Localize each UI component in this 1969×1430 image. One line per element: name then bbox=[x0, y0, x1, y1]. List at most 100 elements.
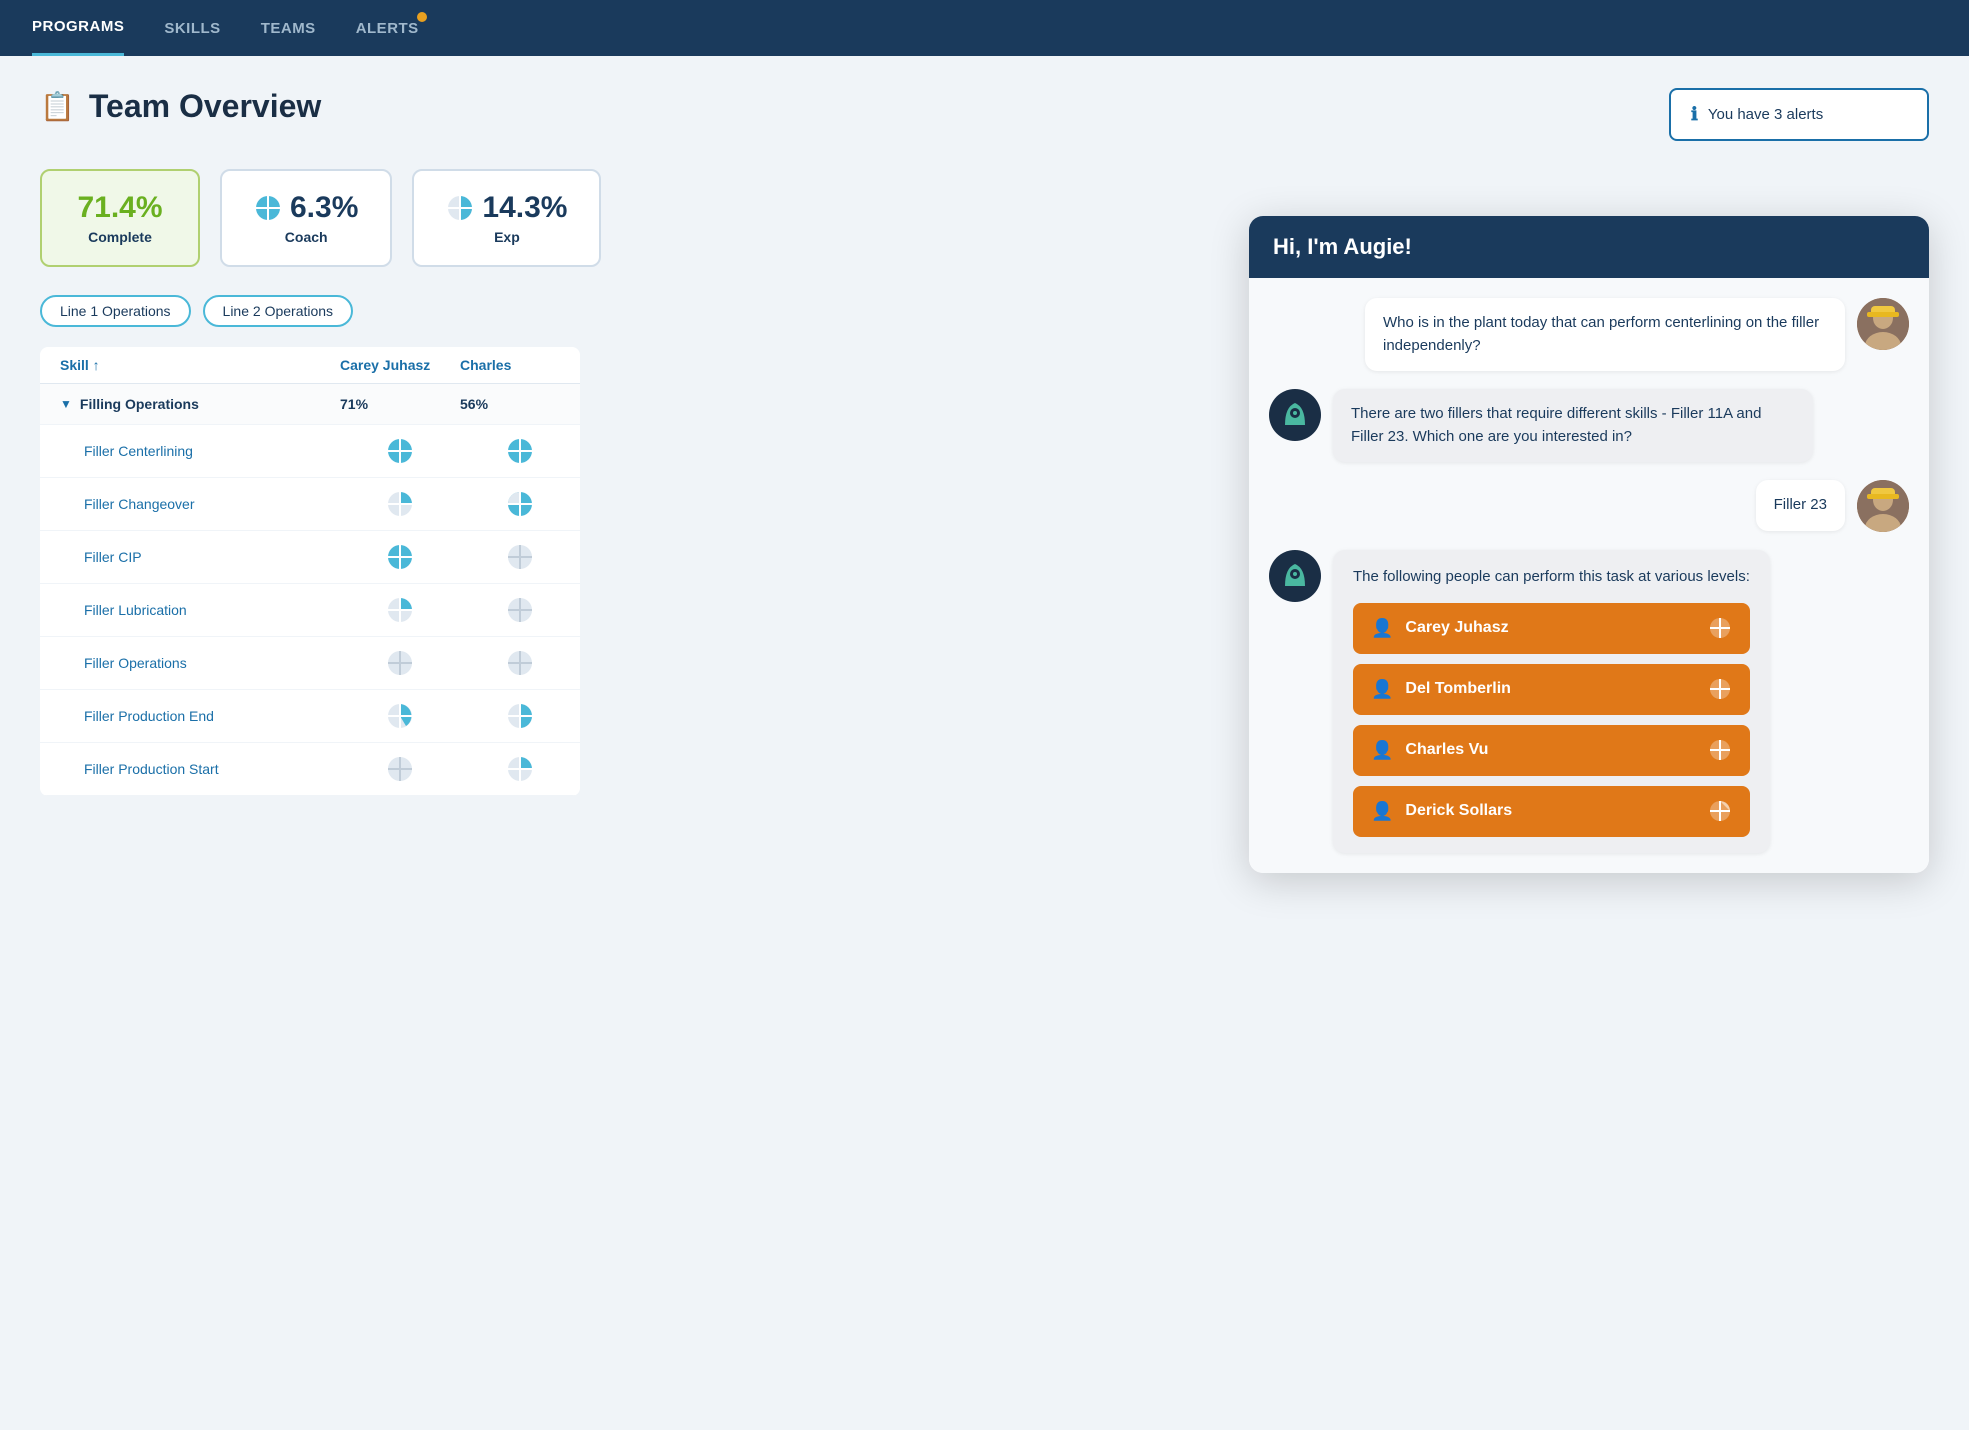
table-header: Skill Carey Juhasz Charles bbox=[40, 347, 580, 384]
section-filling[interactable]: ▼ Filling Operations 71% 56% bbox=[40, 384, 580, 425]
bot-list-intro: The following people can perform this ta… bbox=[1353, 566, 1750, 589]
stat-label-complete: Complete bbox=[74, 229, 166, 245]
table-row: Filler CIP bbox=[40, 531, 580, 584]
skill-level-c1 bbox=[340, 543, 460, 571]
page-title: 📋 Team Overview bbox=[40, 88, 321, 125]
nav-alerts[interactable]: ALERTS bbox=[356, 2, 419, 55]
alerts-badge-text: You have 3 alerts bbox=[1708, 106, 1823, 123]
stat-coach-row: 6.3% bbox=[254, 191, 358, 225]
person-btn-left-carey: 👤 Carey Juhasz bbox=[1371, 615, 1509, 642]
nav-skills[interactable]: SKILLS bbox=[164, 2, 220, 55]
msg-text-user-1: Who is in the plant today that can perfo… bbox=[1365, 298, 1845, 371]
info-icon: ℹ bbox=[1691, 104, 1698, 125]
table-row: Filler Operations bbox=[40, 637, 580, 690]
chat-title: Hi, I'm Augie! bbox=[1273, 234, 1412, 260]
stat-exp-row: 14.3% bbox=[446, 191, 567, 225]
skill-icon-del bbox=[1708, 677, 1732, 701]
person-icon-derick: 👤 bbox=[1371, 798, 1393, 825]
msg-bot-list: The following people can perform this ta… bbox=[1333, 550, 1770, 853]
skill-level-c2 bbox=[460, 755, 580, 783]
skill-filler-cip[interactable]: Filler CIP bbox=[60, 549, 340, 565]
chat-overlay: Hi, I'm Augie! Who is in the plant today… bbox=[1249, 216, 1929, 873]
person-btn-charles[interactable]: 👤 Charles Vu bbox=[1353, 725, 1750, 776]
person-icon-del: 👤 bbox=[1371, 676, 1393, 703]
person-btn-left-charles: 👤 Charles Vu bbox=[1371, 737, 1488, 764]
clipboard-icon: 📋 bbox=[40, 90, 75, 123]
skill-level-c2 bbox=[460, 543, 580, 571]
skill-icon-derick bbox=[1708, 799, 1732, 823]
person-name-derick: Derick Sollars bbox=[1405, 799, 1512, 823]
nav-programs[interactable]: PROGRAMS bbox=[32, 0, 124, 56]
person-list: 👤 Carey Juhasz 👤 bbox=[1353, 603, 1750, 837]
skill-filler-changeover[interactable]: Filler Changeover bbox=[60, 496, 340, 512]
table-row: Filler Production Start bbox=[40, 743, 580, 796]
bot-avatar-1 bbox=[1269, 389, 1321, 441]
table-row: Filler Centerlining bbox=[40, 425, 580, 478]
filling-pct-col2: 56% bbox=[460, 396, 580, 412]
person-icon-charles: 👤 bbox=[1371, 737, 1393, 764]
stat-value-coach: 6.3% bbox=[290, 191, 358, 225]
alerts-badge[interactable]: ℹ You have 3 alerts bbox=[1669, 88, 1929, 141]
coach-pie-icon bbox=[254, 194, 282, 222]
alert-dot-icon bbox=[417, 12, 427, 22]
stat-label-exp: Exp bbox=[446, 229, 567, 245]
person-btn-del[interactable]: 👤 Del Tomberlin bbox=[1353, 664, 1750, 715]
nav-teams[interactable]: TEAMS bbox=[261, 2, 316, 55]
person-name-carey: Carey Juhasz bbox=[1405, 616, 1508, 640]
section-filling-name: Filling Operations bbox=[80, 396, 199, 412]
skill-level-c2 bbox=[460, 437, 580, 465]
person-btn-left-del: 👤 Del Tomberlin bbox=[1371, 676, 1511, 703]
stat-card-coach: 6.3% Coach bbox=[220, 169, 392, 267]
bot-avatar-2 bbox=[1269, 550, 1321, 602]
skill-level-c2 bbox=[460, 702, 580, 730]
person-name-del: Del Tomberlin bbox=[1405, 677, 1511, 701]
stat-value-complete: 71.4% bbox=[74, 191, 166, 225]
skill-filler-production-start[interactable]: Filler Production Start bbox=[60, 761, 340, 777]
page-header: 📋 Team Overview ℹ You have 3 alerts bbox=[40, 88, 1929, 141]
skill-filler-operations[interactable]: Filler Operations bbox=[60, 655, 340, 671]
page-title-text: Team Overview bbox=[89, 88, 321, 125]
user-avatar-2 bbox=[1857, 480, 1909, 532]
msg-text-bot-1: There are two fillers that require diffe… bbox=[1333, 389, 1813, 462]
stat-card-exp: 14.3% Exp bbox=[412, 169, 601, 267]
col-carey[interactable]: Carey Juhasz bbox=[340, 357, 460, 373]
person-btn-left-derick: 👤 Derick Sollars bbox=[1371, 798, 1512, 825]
chat-header: Hi, I'm Augie! bbox=[1249, 216, 1929, 278]
skill-level-c1 bbox=[340, 490, 460, 518]
skill-filler-production-end[interactable]: Filler Production End bbox=[60, 708, 340, 724]
filling-pct-col1: 71% bbox=[340, 396, 460, 412]
skill-level-c1 bbox=[340, 755, 460, 783]
col-charles[interactable]: Charles bbox=[460, 357, 580, 373]
skill-level-c1 bbox=[340, 649, 460, 677]
stat-card-complete: 71.4% Complete bbox=[40, 169, 200, 267]
chat-body: Who is in the plant today that can perfo… bbox=[1249, 278, 1929, 873]
msg-user-2: Filler 23 bbox=[1269, 480, 1909, 532]
stat-label-coach: Coach bbox=[254, 229, 358, 245]
skill-filler-centerlining[interactable]: Filler Centerlining bbox=[60, 443, 340, 459]
msg-bot-2: The following people can perform this ta… bbox=[1269, 550, 1909, 853]
section-filling-toggle[interactable]: ▼ Filling Operations bbox=[60, 396, 340, 412]
table-row: Filler Changeover bbox=[40, 478, 580, 531]
navigation: PROGRAMS SKILLS TEAMS ALERTS bbox=[0, 0, 1969, 56]
user-avatar-1 bbox=[1857, 298, 1909, 350]
skill-level-c2 bbox=[460, 596, 580, 624]
filter-tag-line1[interactable]: Line 1 Operations bbox=[40, 295, 191, 327]
table-row: Filler Production End bbox=[40, 690, 580, 743]
skill-level-c2 bbox=[460, 490, 580, 518]
table-row: Filler Lubrication bbox=[40, 584, 580, 637]
main-content: 📋 Team Overview ℹ You have 3 alerts 71.4… bbox=[0, 56, 1969, 828]
skill-icon-charles bbox=[1708, 738, 1732, 762]
chevron-down-icon: ▼ bbox=[60, 397, 72, 411]
stat-value-exp: 14.3% bbox=[482, 191, 567, 225]
skill-level-c2 bbox=[460, 649, 580, 677]
skill-icon-carey bbox=[1708, 616, 1732, 640]
col-skill[interactable]: Skill bbox=[60, 357, 340, 373]
person-btn-derick[interactable]: 👤 Derick Sollars bbox=[1353, 786, 1750, 837]
person-btn-carey[interactable]: 👤 Carey Juhasz bbox=[1353, 603, 1750, 654]
skill-level-c1 bbox=[340, 437, 460, 465]
skill-level-c1 bbox=[340, 702, 460, 730]
filter-tag-line2[interactable]: Line 2 Operations bbox=[203, 295, 354, 327]
exp-pie-icon bbox=[446, 194, 474, 222]
skill-filler-lubrication[interactable]: Filler Lubrication bbox=[60, 602, 340, 618]
person-name-charles: Charles Vu bbox=[1405, 738, 1488, 762]
